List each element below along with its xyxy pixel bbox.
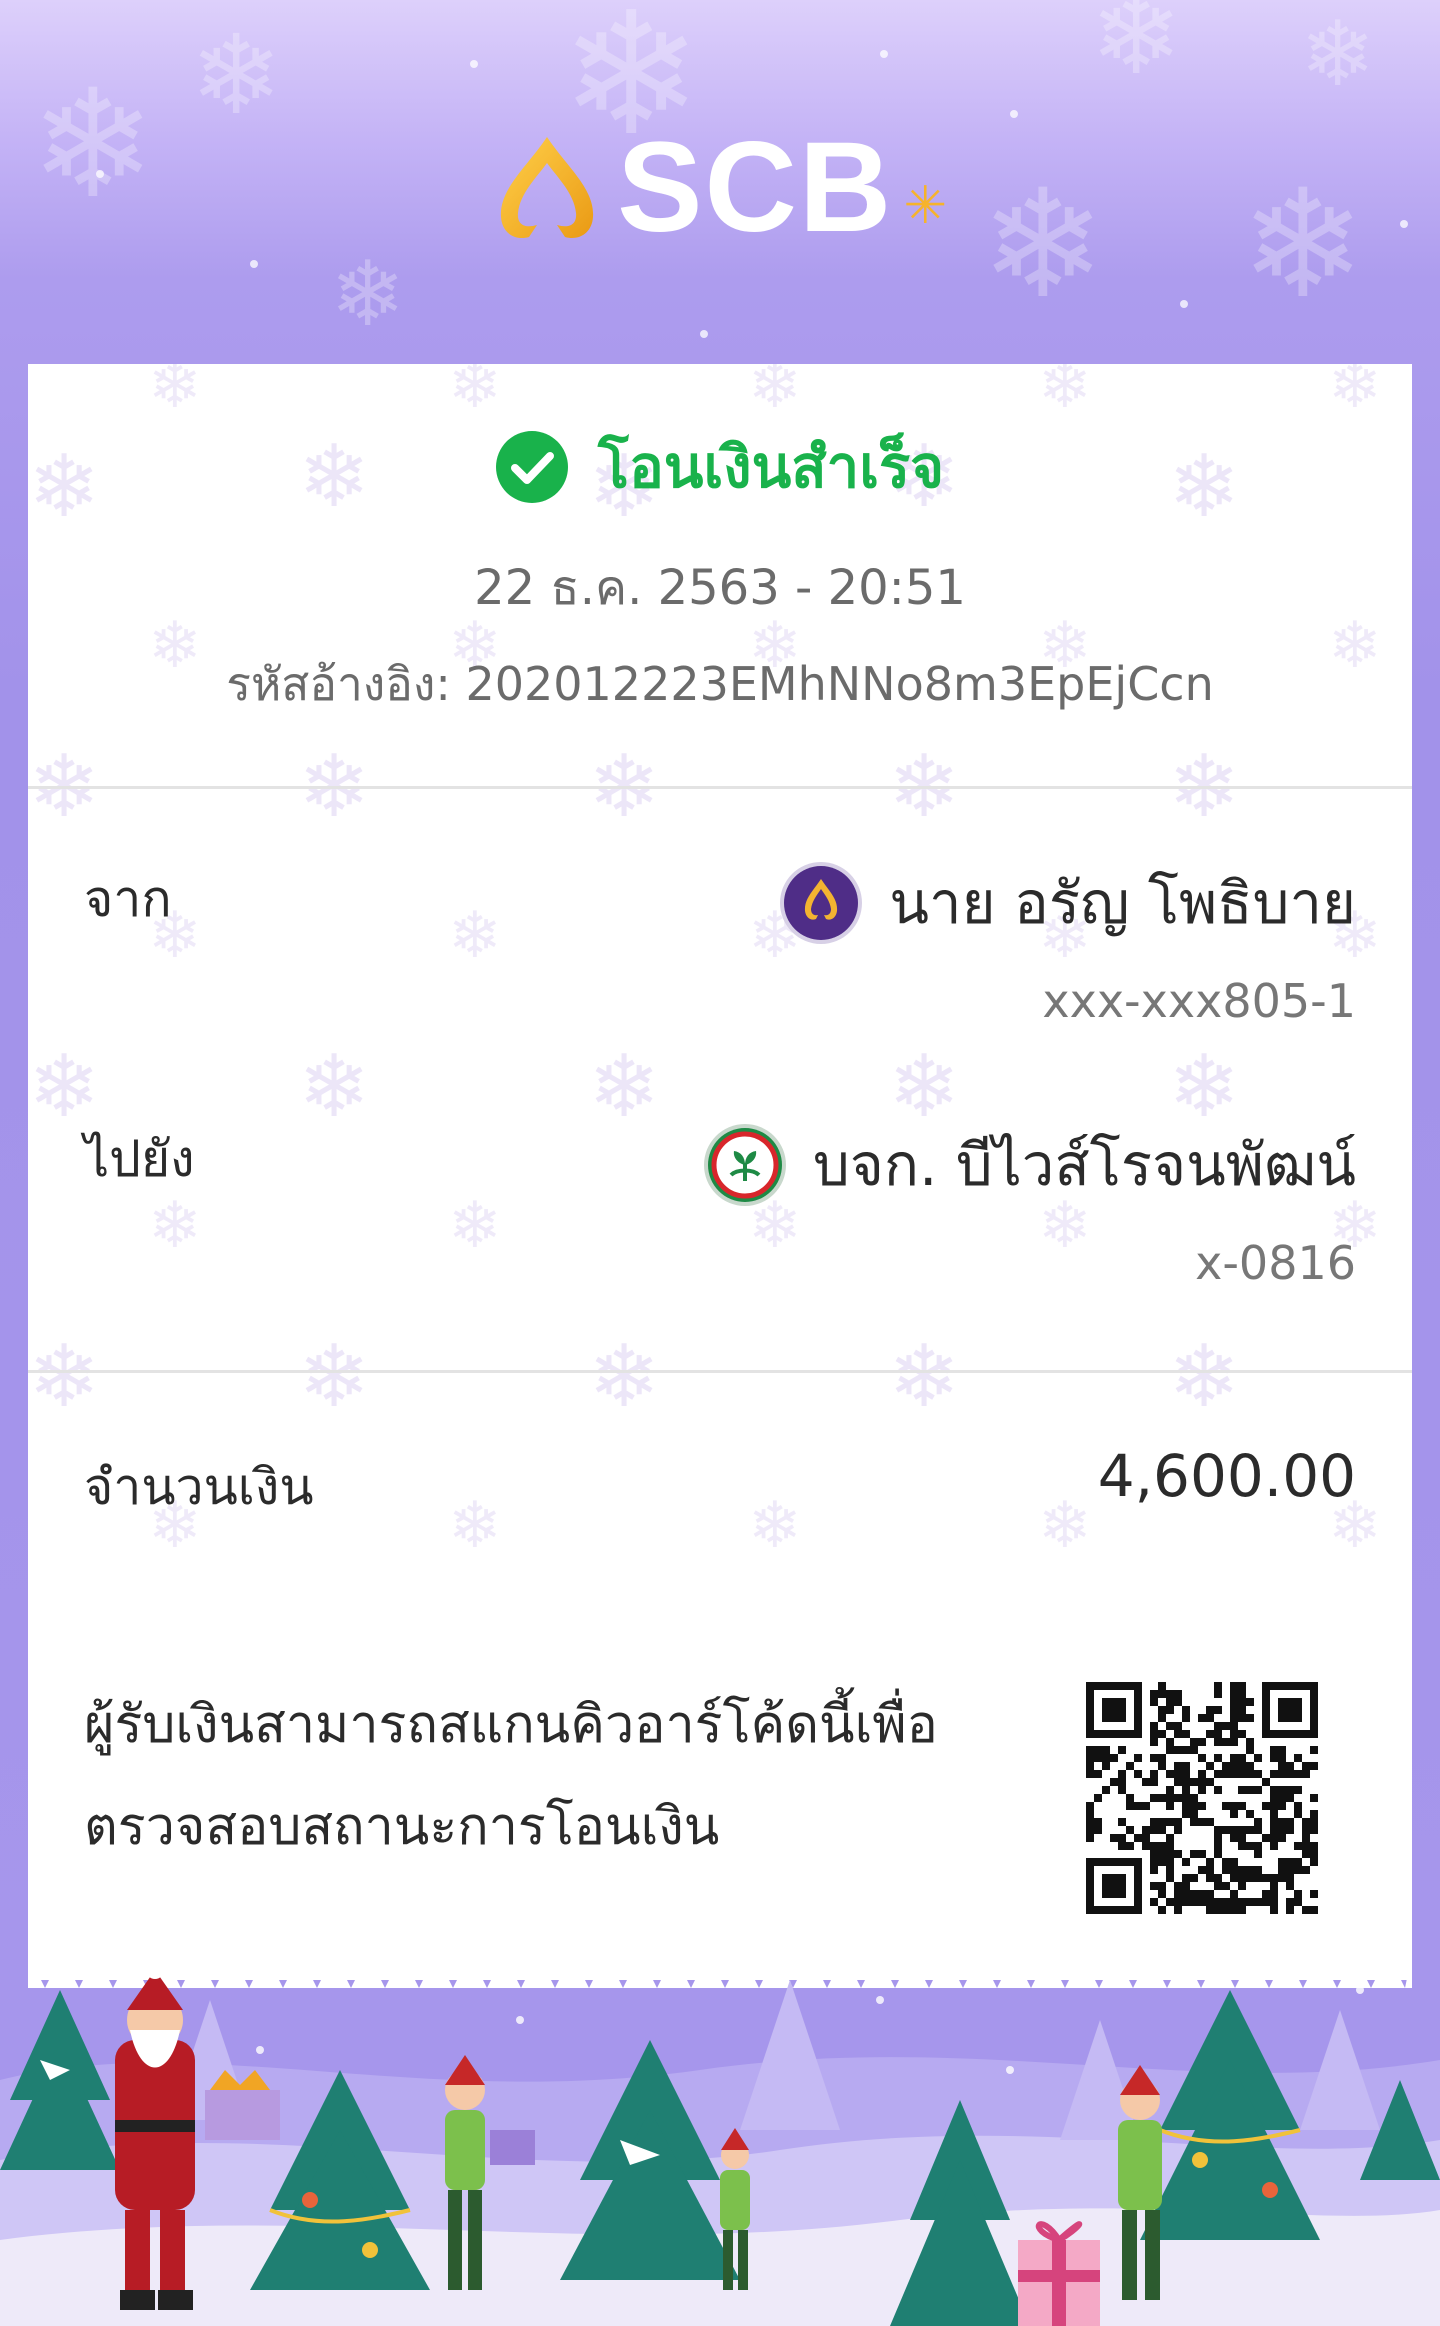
sender-account: xxx-xxx805-1: [1042, 974, 1356, 1028]
success-check-icon: [495, 430, 568, 503]
recipient-account: x-0816: [1195, 1236, 1356, 1290]
verification-qr-code[interactable]: [1086, 1682, 1318, 1914]
qr-instruction: ผู้รับเงินสามารถสแกนคิวอาร์โค้ดนี้เพื่อ …: [84, 1695, 938, 1857]
kbank-bank-icon: [704, 1123, 787, 1206]
recipient-name: บจก. บีไวส์โรจนพัฒน์: [813, 1131, 1356, 1199]
winter-scene-illustration: [0, 1961, 1440, 2326]
from-label: จาก: [84, 870, 172, 928]
sender: นาย อรัญ โพธิบาย: [779, 856, 1356, 949]
brand-name: SCB: [617, 116, 894, 259]
amount-label: จำนวนเงิน: [84, 1458, 314, 1516]
reference-number: รหัสอ้างอิง: 202012223EMhNNo8m3EpEjCcn: [226, 657, 1214, 711]
transfer-status: โอนเงินสำเร็จ: [28, 420, 1412, 513]
transaction-datetime: 22 ธ.ค. 2563 - 20:51: [474, 560, 966, 616]
recipient: บจก. บีไวส์โรจนพัฒน์: [703, 1118, 1356, 1211]
divider: [28, 1370, 1412, 1373]
to-label: ไปยัง: [84, 1130, 195, 1188]
status-text: โอนเงินสำเร็จ: [597, 433, 945, 501]
transfer-receipt-card: ❄ ❄ ❄ ❄ ❄ ❄ ❄ ❄ ❄ ❄ ❄ ❄ ❄ ❄ ❄ ❄ ❄ ❄ ❄ ❄ …: [28, 364, 1412, 1980]
scb-lotus-icon: [500, 137, 594, 239]
sparkle-icon: ✳: [903, 176, 947, 236]
amount-value: 4,600.00: [1097, 1442, 1356, 1510]
scb-logo: SCB ✳: [0, 124, 1440, 252]
divider: [28, 786, 1412, 789]
scb-bank-icon: [780, 861, 863, 944]
sender-name: นาย อรัญ โพธิบาย: [889, 869, 1356, 937]
